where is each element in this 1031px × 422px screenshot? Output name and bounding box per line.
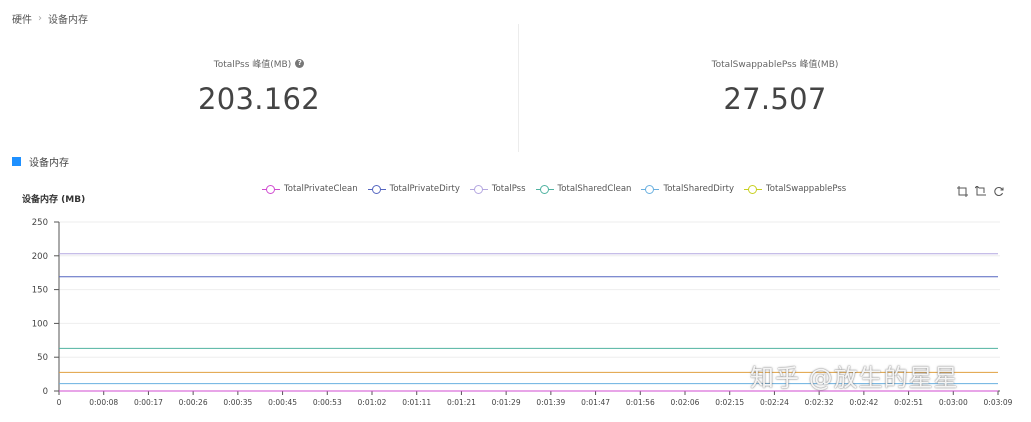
x-tick-label: 0:02:32 (805, 398, 834, 407)
x-tick-label: 0:00:17 (134, 398, 163, 407)
y-tick-label: 200 (32, 252, 48, 262)
x-tick-label: 0:01:21 (447, 398, 476, 407)
x-tick-label: 0:00:08 (89, 398, 118, 407)
x-tick-label: 0:02:51 (894, 398, 923, 407)
x-tick-label: 0:03:00 (939, 398, 968, 407)
x-tick-label: 0:02:06 (671, 398, 700, 407)
y-tick-label: 100 (32, 319, 48, 329)
y-tick-label: 250 (32, 218, 48, 228)
x-tick-label: 0:01:02 (358, 398, 387, 407)
x-tick-label: 0:02:15 (715, 398, 744, 407)
x-tick-label: 0:01:56 (626, 398, 655, 407)
x-tick-label: 0:00:45 (268, 398, 297, 407)
x-tick-label: 0:02:42 (849, 398, 878, 407)
memory-line-chart: 0 50 100 150 200 250 0 0:00:08 0:00:17 0:00:26 0:0… (32, 218, 1013, 407)
x-tick-label: 0:01:47 (581, 398, 610, 407)
x-tick-label: 0 (57, 398, 62, 407)
x-tick-label: 0:00:35 (223, 398, 252, 407)
y-tick-label: 0 (43, 387, 48, 397)
x-tick-label: 0:02:24 (760, 398, 789, 407)
y-tick-label: 150 (32, 286, 48, 296)
x-tick-label: 0:00:26 (179, 398, 208, 407)
x-tick-label: 0:03:09 (984, 398, 1013, 407)
x-tick-label: 0:01:11 (402, 398, 431, 407)
x-tick-label: 0:01:29 (492, 398, 521, 407)
x-tick-label: 0:00:53 (313, 398, 342, 407)
x-tick-label: 0:01:39 (536, 398, 565, 407)
y-tick-label: 50 (37, 353, 48, 363)
